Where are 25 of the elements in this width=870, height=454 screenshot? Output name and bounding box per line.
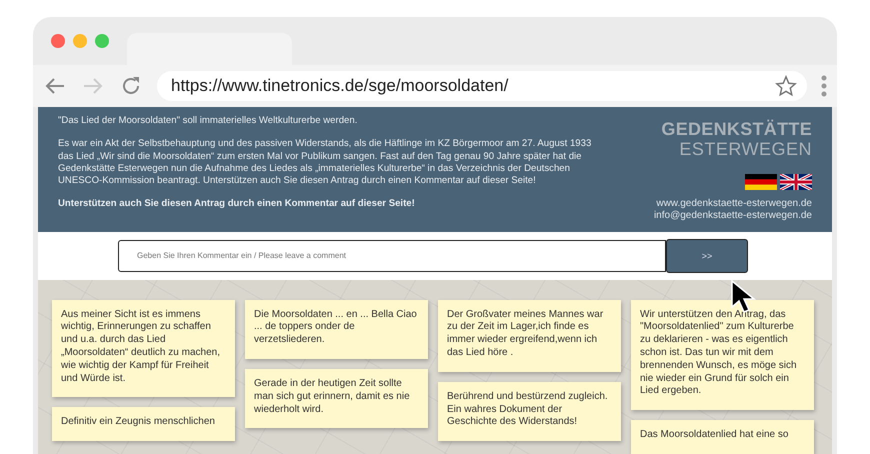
call-to-action: Unterstützen auch Sie diesen Antrag durch einen Kommentar auf dieser Seite!	[58, 198, 416, 211]
comment-input[interactable]: Geben Sie Ihren Kommentar ein / Please leave a comment	[118, 240, 666, 272]
comment-note: Aus meiner Sicht ist es immens wichtig, Erinnerungen zu schaffen und u.a. durch das Lied „Moorsoldaten“ deutlich zu machen, wie wichtig der Kampf für Freiheit und Würde ist.	[52, 300, 235, 398]
maximize-window-dot[interactable]	[95, 34, 109, 48]
website-link[interactable]: www.gedenkstaette-esterwegen.de	[654, 198, 812, 210]
german-flag-icon[interactable]	[745, 174, 777, 190]
comment-note: Das Moorsoldatenlied hat eine so	[631, 420, 814, 454]
comment-note: Gerade in der heutigen Zeit sollte man sich gut erinnern, damit es nie wiederholt wird.	[245, 369, 428, 428]
headline: "Das Lied der Moorsoldaten" soll immaterielles Weltkulturerbe werden.	[58, 115, 358, 128]
comment-note: Berührend und bestürzend zugleich. Ein wahres Dokument der Geschichte des Widerstands!	[438, 382, 621, 442]
logo-text: GEDENKSTÄTTE	[661, 119, 812, 139]
close-window-dot[interactable]	[51, 34, 65, 48]
address-bar[interactable]: https://www.tinetronics.de/sge/moorsoldaten/	[157, 71, 807, 101]
comment-note: Der Großvater meines Mannes war zu der Zeit im Lager,ich finde es immer wieder ergreifend,wenn ich das Lied höre .	[438, 300, 621, 372]
submit-button[interactable]: >>	[666, 238, 748, 273]
logo-text: ESTERWEGEN	[679, 139, 812, 159]
menu-icon[interactable]	[821, 74, 827, 98]
british-flag-icon[interactable]	[780, 174, 812, 190]
comment-note: Definitiv ein Zeugnis menschlichen	[52, 407, 235, 442]
star-icon[interactable]	[775, 75, 797, 97]
minimize-window-dot[interactable]	[73, 34, 87, 48]
intro-paragraph: Es war ein Akt der Selbstbehauptung und des passiven Widerstands, als die Häftlinge im KZ Börgermoor am 27. August 1933 das Lied „Wir sind die Moorsoldaten“ zum ersten Mal vor Publikum sangen. Fast auf den Tag genau 90 Jahre später hat die Gedenkstätte Esterwegen nun die Aufnahme des Liedes als „immaterielles Kulturerbe“ in das Verzeichnis der Deutschen UNESCO-Kommission beantragt. Unterstützen auch Sie diesen Antrag durch einen Kommentar auf dieser Seite!	[58, 138, 592, 188]
email-link[interactable]: info@gedenkstaette-esterwegen.de	[654, 210, 812, 222]
comment-note: Die Moorsoldaten ... en ... Bella Ciao ... de toppers onder de verzetsliederen.	[245, 300, 428, 360]
comment-note: Wir unterstützen den Antrag, das "Moorsoldatenlied" zum Kulturerbe zu deklarieren - was es eigentlich schon ist. Das tun wir mit dem brennenden Wunsch, es möge sich nie wieder ein Grund für solch ein Lied ergeben.	[631, 300, 814, 410]
